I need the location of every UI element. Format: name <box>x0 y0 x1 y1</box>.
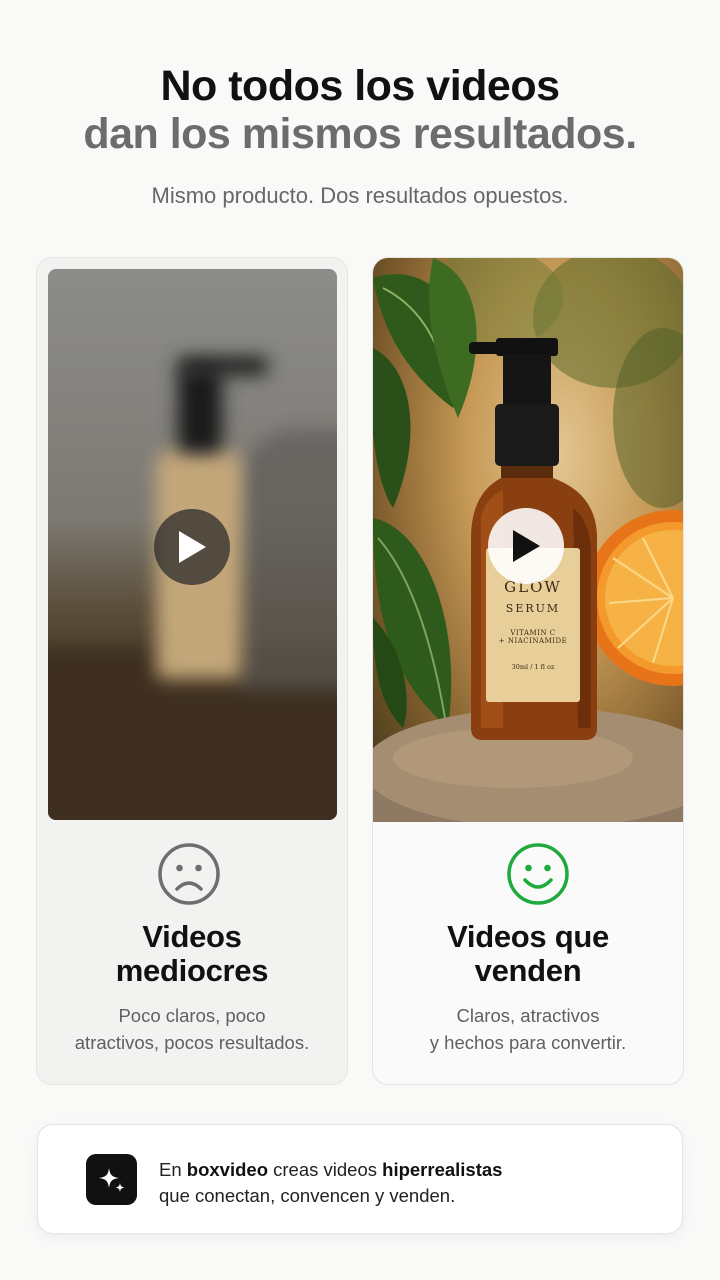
banner-line-2: que conectan, convencen y venden. <box>159 1185 456 1206</box>
card-desc-line-2: y hechos para convertir. <box>429 1032 627 1053</box>
play-button[interactable] <box>488 508 564 584</box>
label-ingredients-1: VITAMIN C <box>510 629 556 637</box>
card-title: Videos que venden <box>373 920 683 988</box>
card-desc-line-1: Claros, atractivos <box>456 1005 600 1026</box>
card-mediocre-videos: Videos mediocres Poco claros, poco atrac… <box>36 257 348 1085</box>
card-desc-line-1: Poco claros, poco <box>118 1005 266 1026</box>
video-thumbnail-sharp[interactable]: GLOW SERUM VITAMIN C + NIACINAMIDE 30ml … <box>373 258 683 822</box>
happy-face-icon <box>507 843 569 905</box>
headline: No todos los videos dan los mismos resul… <box>0 62 720 158</box>
banner-highlight: hiperrealistas <box>382 1159 503 1180</box>
banner-text: En boxvideo creas videos hiperrealistas … <box>159 1157 502 1209</box>
headline-line-2: dan los mismos resultados. <box>83 110 637 158</box>
card-desc-line-2: atractivos, pocos resultados. <box>74 1032 310 1053</box>
label-volume: 30ml / 1 fl oz <box>511 663 555 671</box>
card-description: Poco claros, poco atractivos, pocos resu… <box>37 1002 347 1056</box>
play-icon <box>513 530 540 562</box>
headline-line-1: No todos los videos <box>160 62 560 110</box>
card-description: Claros, atractivos y hechos para convert… <box>373 1002 683 1056</box>
play-icon <box>179 531 206 563</box>
card-title-line-1: Videos <box>142 919 242 954</box>
card-selling-videos: GLOW SERUM VITAMIN C + NIACINAMIDE 30ml … <box>372 257 684 1085</box>
banner-mid: creas videos <box>273 1159 377 1180</box>
label-name: SERUM <box>505 602 561 615</box>
brand-name: boxvideo <box>186 1159 268 1180</box>
product-label: GLOW SERUM VITAMIN C + NIACINAMIDE 30ml … <box>486 578 580 671</box>
promo-banner: En boxvideo creas videos hiperrealistas … <box>37 1124 683 1234</box>
card-title: Videos mediocres <box>37 920 347 988</box>
video-thumbnail-blurry[interactable] <box>48 269 337 820</box>
card-title-line-2: mediocres <box>115 953 269 988</box>
label-ingredients-2: + NIACINAMIDE <box>498 637 568 645</box>
play-button[interactable] <box>154 509 230 585</box>
card-title-line-2: venden <box>474 953 582 988</box>
banner-pre: En <box>159 1159 182 1180</box>
card-title-line-1: Videos que <box>447 919 609 954</box>
subtitle: Mismo producto. Dos resultados opuestos. <box>151 183 569 208</box>
sparkle-icon <box>86 1154 137 1205</box>
banner-line-1: En boxvideo creas videos hiperrealistas <box>159 1157 502 1183</box>
sad-face-icon <box>158 843 220 905</box>
